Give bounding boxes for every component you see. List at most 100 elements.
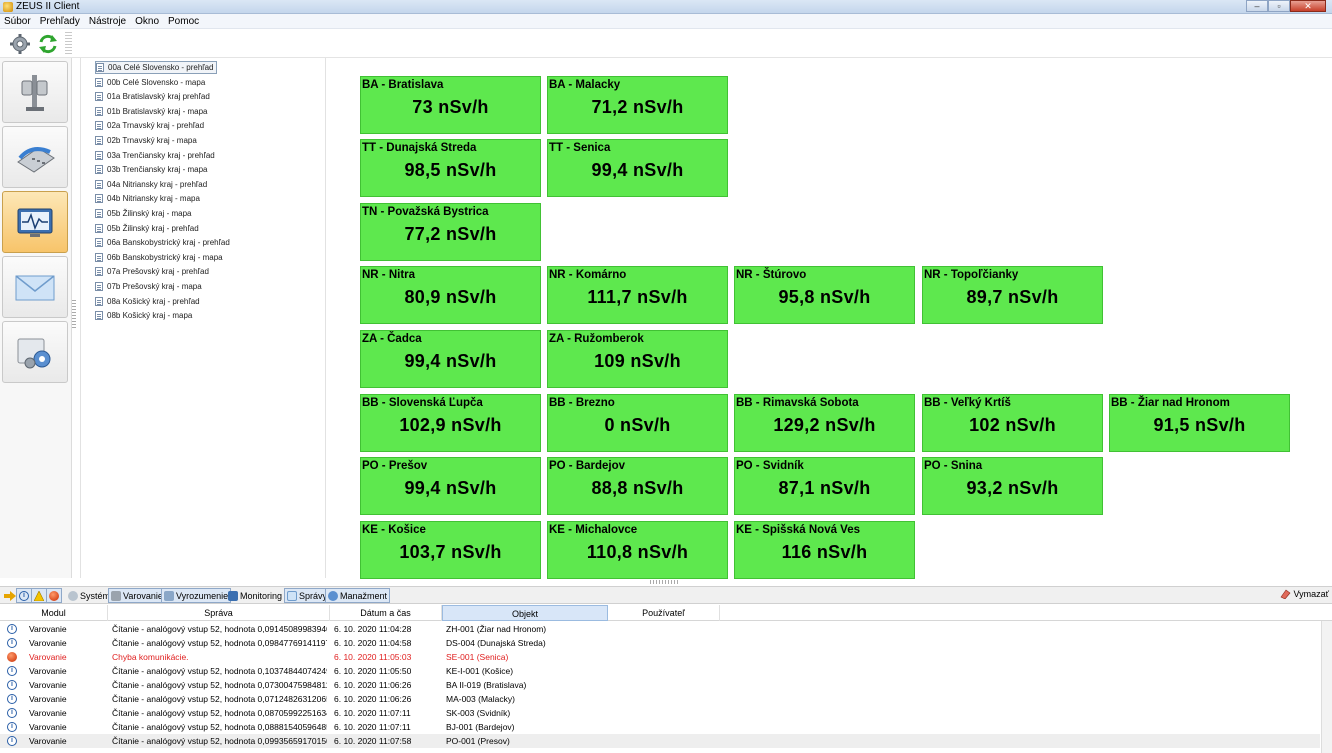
station-name: PO - Svidník	[736, 460, 804, 472]
close-button[interactable]: ✕	[1290, 0, 1326, 12]
station-tile[interactable]: KE - Košice 103,7 nSv/h	[360, 521, 541, 579]
tree-item[interactable]: 03a Trenčiansky kraj - prehľad	[95, 149, 215, 162]
tree-item[interactable]: 05b Žilinský kraj - mapa	[95, 207, 191, 220]
info-icon: i	[7, 624, 17, 634]
tree-item-label: 00a Celé Slovensko - prehľad	[108, 63, 214, 72]
station-tile[interactable]: NR - Topoľčianky 89,7 nSv/h	[922, 266, 1103, 324]
menu-subor[interactable]: Súbor	[4, 15, 31, 28]
log-scrollbar[interactable]	[1321, 621, 1332, 753]
nav-phone-button[interactable]	[2, 126, 68, 188]
station-tile[interactable]: PO - Prešov 99,4 nSv/h	[360, 457, 541, 515]
tab-monitoring[interactable]: Monitoring	[226, 588, 284, 603]
menu-pomoc[interactable]: Pomoc	[168, 15, 199, 28]
station-tile[interactable]: BB - Veľký Krtíš 102 nSv/h	[922, 394, 1103, 452]
refresh-button[interactable]	[36, 32, 60, 56]
dose-rate-value: 129,2 nSv/h	[773, 415, 876, 435]
station-tile[interactable]: TT - Senica 99,4 nSv/h	[547, 139, 728, 197]
tab-vyrozumenie[interactable]: Vyrozumenie	[161, 588, 232, 603]
tab-varovanie[interactable]: Varovanie	[108, 588, 166, 603]
station-tile[interactable]: NR - Nitra 80,9 nSv/h	[360, 266, 541, 324]
station-tile[interactable]: BA - Malacky 71,2 nSv/h	[547, 76, 728, 134]
tree-item[interactable]: 02b Trnavský kraj - mapa	[95, 134, 197, 147]
station-tile[interactable]: PO - Snina 93,2 nSv/h	[922, 457, 1103, 515]
log-cell-objekt: BJ-001 (Bardejov)	[446, 722, 515, 732]
log-row[interactable]: i Varovanie Čítanie - analógový vstup 52, …	[0, 692, 1320, 706]
settings-gear-button[interactable]	[8, 32, 32, 56]
log-row[interactable]: i Varovanie Čítanie - analógový vstup 52, …	[0, 720, 1320, 734]
dose-rate-value: 89,7 nSv/h	[966, 287, 1059, 307]
tree-item[interactable]: 01b Bratislavský kraj - mapa	[95, 105, 207, 118]
station-tile[interactable]: BB - Žiar nad Hronom 91,5 nSv/h	[1109, 394, 1290, 452]
tree-item[interactable]: 00a Celé Slovensko - prehľad	[95, 61, 217, 74]
col-pouzivatel[interactable]: Používateľ	[608, 605, 720, 621]
station-tile[interactable]: TN - Považská Bystrica 77,2 nSv/h	[360, 203, 541, 261]
dose-rate-value: 73 nSv/h	[412, 97, 489, 117]
log-cell-cas: 6. 10. 2020 11:05:50	[334, 666, 412, 676]
tree-item[interactable]: 08b Košický kraj - mapa	[95, 309, 192, 322]
menu-nastroje[interactable]: Nástroje	[89, 15, 126, 28]
horizontal-splitter[interactable]	[650, 580, 680, 584]
log-row[interactable]: i Varovanie Čítanie - analógový vstup 52, …	[0, 622, 1320, 636]
station-tile[interactable]: BB - Slovenská Ľupča 102,9 nSv/h	[360, 394, 541, 452]
station-tile[interactable]: KE - Michalovce 110,8 nSv/h	[547, 521, 728, 579]
col-modul[interactable]: Modul	[0, 605, 108, 621]
nav-management-button[interactable]	[2, 321, 68, 383]
log-row[interactable]: i Varovanie Čítanie - analógový vstup 52, …	[0, 678, 1320, 692]
station-tile[interactable]: ZA - Ružomberok 109 nSv/h	[547, 330, 728, 388]
tree-item[interactable]: 07a Prešovský kraj - prehľad	[95, 265, 209, 278]
menu-okno[interactable]: Okno	[135, 15, 159, 28]
tree-item[interactable]: 06a Banskobystrický kraj - prehľad	[95, 236, 230, 249]
tree-item[interactable]: 02a Trnavský kraj - prehľad	[95, 119, 204, 132]
minimize-button[interactable]: –	[1246, 0, 1268, 12]
tab-system[interactable]: Systém	[66, 588, 112, 603]
dose-rate-value: 99,4 nSv/h	[591, 160, 684, 180]
station-tile[interactable]: NR - Štúrovo 95,8 nSv/h	[734, 266, 915, 324]
station-tile[interactable]: BB - Rimavská Sobota 129,2 nSv/h	[734, 394, 915, 452]
station-tile[interactable]: KE - Spišská Nová Ves 116 nSv/h	[734, 521, 915, 579]
log-row[interactable]: i Varovanie Čítanie - analógový vstup 52, …	[0, 664, 1320, 678]
maximize-button[interactable]: ▫	[1268, 0, 1290, 12]
tree-item[interactable]: 04a Nitriansky kraj - prehľad	[95, 178, 207, 191]
station-tile[interactable]: PO - Svidník 87,1 nSv/h	[734, 457, 915, 515]
menu-prehlady[interactable]: Prehľady	[40, 15, 80, 28]
log-cell-objekt: DS-004 (Dunajská Streda)	[446, 638, 546, 648]
log-cell-objekt: PO-001 (Presov)	[446, 736, 510, 746]
nav-tools-button[interactable]	[2, 61, 68, 123]
station-name: KE - Michalovce	[549, 524, 638, 536]
filter-info-button[interactable]: i	[16, 588, 32, 603]
dose-rate-value: 116 nSv/h	[781, 542, 868, 562]
tree-item[interactable]: 04b Nitriansky kraj - mapa	[95, 192, 200, 205]
filter-error-button[interactable]	[46, 588, 62, 603]
log-row[interactable]: Varovanie Chyba komunikácie. 6. 10. 2020 1…	[0, 650, 1320, 664]
col-objekt[interactable]: Objekt	[442, 605, 608, 621]
col-sprava[interactable]: Správa	[108, 605, 330, 621]
tab-manazment[interactable]: Manažment	[325, 588, 391, 603]
nav-monitoring-button[interactable]	[2, 191, 68, 253]
document-icon	[95, 311, 103, 321]
log-row[interactable]: i Varovanie Čítanie - analógový vstup 52, …	[0, 734, 1320, 748]
tab-spravy[interactable]: Správy	[284, 588, 331, 603]
station-tile[interactable]: BB - Brezno 0 nSv/h	[547, 394, 728, 452]
tree-item[interactable]: 08a Košický kraj - prehľad	[95, 295, 200, 308]
col-datum[interactable]: Dátum a čas	[330, 605, 442, 621]
tree-item[interactable]: 01a Bratislavský kraj prehľad	[95, 90, 210, 103]
log-row[interactable]: i Varovanie Čítanie - analógový vstup 52, …	[0, 636, 1320, 650]
station-tile[interactable]: NR - Komárno 111,7 nSv/h	[547, 266, 728, 324]
filter-warning-button[interactable]	[31, 588, 47, 603]
dose-rate-value: 80,9 nSv/h	[404, 287, 497, 307]
station-tile[interactable]: BA - Bratislava 73 nSv/h	[360, 76, 541, 134]
log-cell-cas: 6. 10. 2020 11:06:26	[334, 680, 412, 690]
station-tile[interactable]: PO - Bardejov 88,8 nSv/h	[547, 457, 728, 515]
tree-item[interactable]: 05b Žilinský kraj - prehľad	[95, 222, 199, 235]
nav-messages-button[interactable]	[2, 256, 68, 318]
log-row[interactable]: i Varovanie Čítanie - analógový vstup 52, …	[0, 706, 1320, 720]
tree-item[interactable]: 00b Celé Slovensko - mapa	[95, 76, 205, 89]
vertical-splitter[interactable]	[72, 300, 76, 330]
toolbar-grip[interactable]	[65, 32, 72, 56]
clear-log-button[interactable]: Vymazať	[1279, 589, 1329, 599]
tree-item[interactable]: 07b Prešovský kraj - mapa	[95, 280, 202, 293]
station-tile[interactable]: TT - Dunajská Streda 98,5 nSv/h	[360, 139, 541, 197]
tree-item[interactable]: 06b Banskobystrický kraj - mapa	[95, 251, 223, 264]
tree-item[interactable]: 03b Trenčiansky kraj - mapa	[95, 163, 208, 176]
station-tile[interactable]: ZA - Čadca 99,4 nSv/h	[360, 330, 541, 388]
